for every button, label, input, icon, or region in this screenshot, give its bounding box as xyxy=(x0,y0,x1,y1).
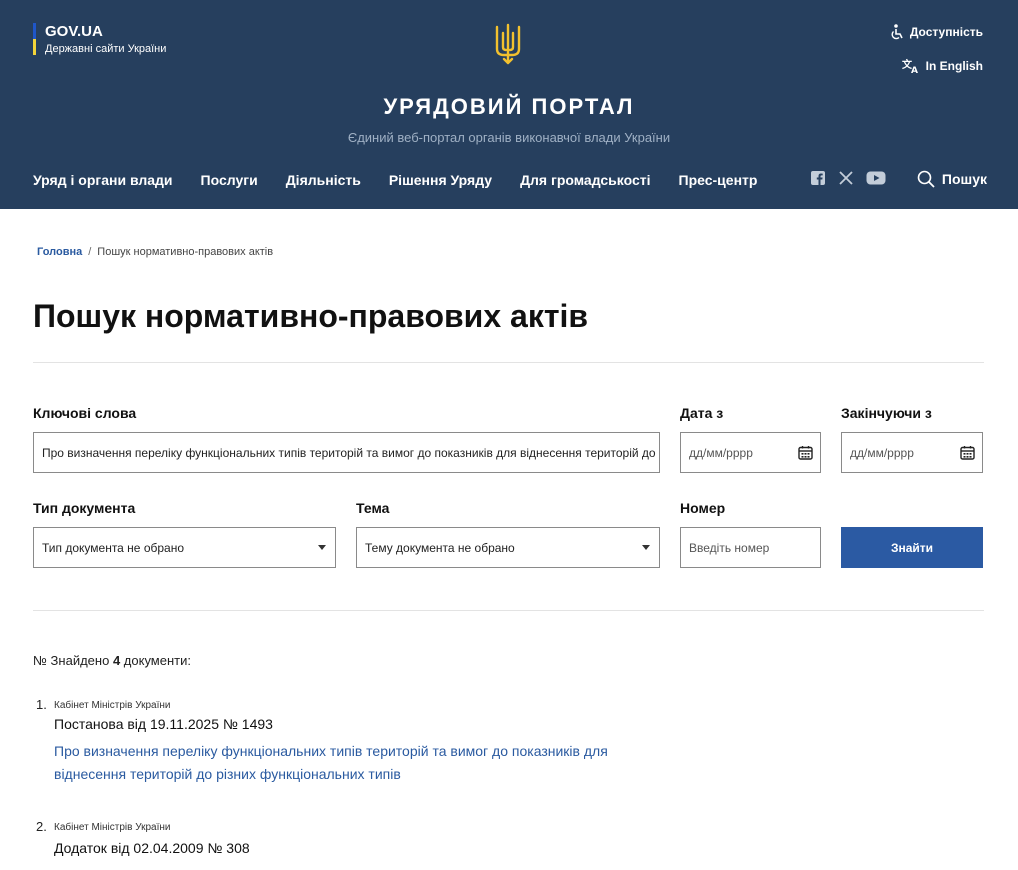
breadcrumb: Головна / Пошук нормативно-правових акті… xyxy=(37,246,273,258)
site-header: GOV.UA Державні сайти України Доступніст… xyxy=(0,0,1018,209)
topic-label: Тема xyxy=(356,500,390,516)
divider xyxy=(33,610,984,611)
social-links xyxy=(810,170,886,186)
portal-title[interactable]: УРЯДОВИЙ ПОРТАЛ xyxy=(0,94,1018,120)
results-count-suffix: документи: xyxy=(123,653,191,668)
number-placeholder: Введіть номер xyxy=(689,540,770,555)
search-button[interactable]: Знайти xyxy=(841,527,983,568)
accessibility-label: Доступність xyxy=(909,25,983,39)
result-number: 2. xyxy=(36,819,47,834)
result-number: 1. xyxy=(36,697,47,712)
result-organization: Кабінет Міністрів України xyxy=(54,700,171,711)
trident-icon[interactable] xyxy=(494,23,522,65)
doc-type-label: Тип документа xyxy=(33,500,136,516)
youtube-icon[interactable] xyxy=(866,170,886,186)
topic-select[interactable]: Тему документа не обрано xyxy=(356,527,660,568)
nav-item-activity[interactable]: Діяльність xyxy=(286,172,361,188)
calendar-icon[interactable] xyxy=(798,445,813,460)
date-to-placeholder: дд/мм/рррр xyxy=(850,445,914,460)
gov-ua-subtitle: Державні сайти України xyxy=(45,43,167,55)
facebook-icon[interactable] xyxy=(810,170,826,186)
chevron-down-icon xyxy=(642,545,650,550)
svg-text:A: A xyxy=(911,66,918,74)
keywords-value: Про визначення переліку функціональних т… xyxy=(42,445,659,460)
nav-item-public[interactable]: Для громадськості xyxy=(520,172,650,188)
number-label: Номер xyxy=(680,500,726,516)
date-from-input[interactable]: дд/мм/рррр xyxy=(680,432,821,473)
result-document: Додаток від 02.04.2009 № 308 xyxy=(54,840,250,856)
breadcrumb-separator: / xyxy=(88,246,92,258)
result-organization: Кабінет Міністрів України xyxy=(54,822,171,833)
breadcrumb-home[interactable]: Головна xyxy=(37,246,82,258)
number-input[interactable]: Введіть номер xyxy=(680,527,821,568)
doc-type-value: Тип документа не обрано xyxy=(42,540,185,555)
nav-item-services[interactable]: Послуги xyxy=(201,172,258,188)
search-icon xyxy=(917,170,935,188)
calendar-icon[interactable] xyxy=(960,445,975,460)
date-to-input[interactable]: дд/мм/рррр xyxy=(841,432,983,473)
x-icon[interactable] xyxy=(838,170,854,186)
portal-subtitle: Єдиний веб-портал органів виконавчої вла… xyxy=(347,130,671,145)
accessibility-link[interactable]: Доступність xyxy=(890,24,983,40)
result-document: Постанова від 19.11.2025 № 1493 xyxy=(54,716,273,732)
breadcrumb-current: Пошук нормативно-правових актів xyxy=(97,246,274,258)
page-title: Пошук нормативно-правових актів xyxy=(33,298,589,334)
search-label: Пошук xyxy=(941,171,987,187)
date-from-placeholder: дд/мм/рррр xyxy=(689,445,753,460)
date-to-label: Закінчуючи з xyxy=(841,405,932,421)
search-link[interactable]: Пошук xyxy=(917,170,987,188)
result-title-link[interactable]: Про визначення переліку функціональних т… xyxy=(54,740,624,786)
language-label: In English xyxy=(925,59,983,73)
main-nav: Уряд і органи влади Послуги Діяльність Р… xyxy=(33,172,757,188)
nav-item-press[interactable]: Прес-центр xyxy=(679,172,758,188)
divider xyxy=(33,362,984,363)
results-count-prefix: № Знайдено xyxy=(33,653,110,668)
gov-ua-logo[interactable]: GOV.UA Державні сайти України xyxy=(33,23,166,55)
nav-item-government[interactable]: Уряд і органи влади xyxy=(33,172,173,188)
accessibility-icon xyxy=(891,24,903,40)
language-switch[interactable]: 文 A In English xyxy=(902,58,983,74)
keywords-label: Ключові слова xyxy=(33,405,137,421)
nav-item-decisions[interactable]: Рішення Уряду xyxy=(389,172,492,188)
date-from-label: Дата з xyxy=(680,405,724,421)
topic-value: Тему документа не обрано xyxy=(365,540,515,555)
results-count-number: 4 xyxy=(112,653,121,668)
doc-type-select[interactable]: Тип документа не обрано xyxy=(33,527,336,568)
translate-icon: 文 A xyxy=(902,58,918,74)
results-count: № Знайдено 4 документи: xyxy=(33,653,191,668)
chevron-down-icon xyxy=(318,545,326,550)
keywords-input[interactable]: Про визначення переліку функціональних т… xyxy=(33,432,660,473)
gov-ua-title: GOV.UA xyxy=(45,23,103,40)
